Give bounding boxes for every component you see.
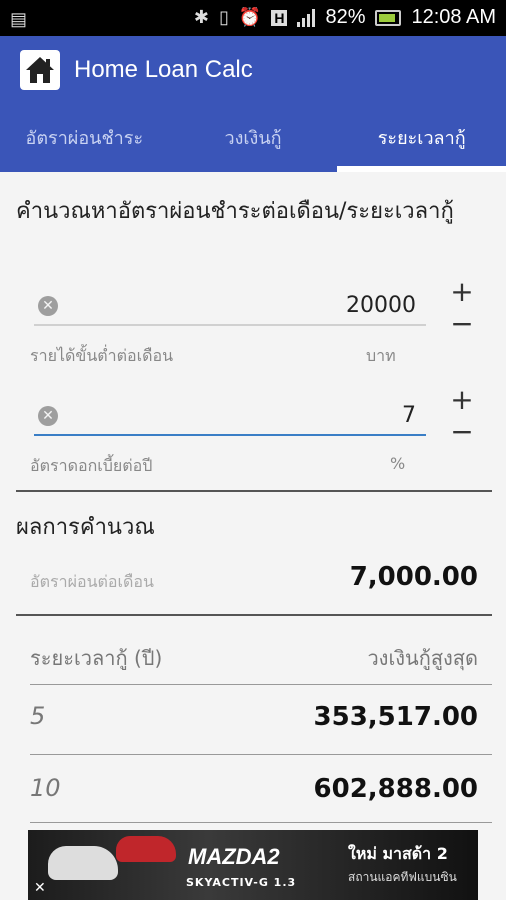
income-value[interactable]: 20000 bbox=[346, 286, 416, 326]
ad-tagline: SKYACTIV-G 1.3 bbox=[186, 876, 297, 889]
limit-column-header: วงเงินกู้สูงสุด bbox=[367, 646, 478, 670]
signal-icon bbox=[297, 8, 316, 27]
app-bar: Home Loan Calc อัตราผ่อนชำระ วงเงินกู้ ร… bbox=[0, 36, 506, 172]
vibrate-icon: ▯ bbox=[219, 7, 229, 27]
tab-loan-amount[interactable]: วงเงินกู้ bbox=[169, 114, 338, 172]
interest-label: อัตราดอกเบี้ยต่อปี bbox=[30, 456, 153, 475]
table-row-amount: 353,517.00 bbox=[313, 702, 478, 732]
income-underline bbox=[34, 324, 426, 326]
row-divider bbox=[30, 822, 492, 823]
tab-bar: อัตราผ่อนชำระ วงเงินกู้ ระยะเวลากู้ bbox=[0, 114, 506, 172]
title-row: Home Loan Calc bbox=[20, 50, 253, 90]
ad-car-red bbox=[116, 836, 176, 862]
monthly-installment-label: อัตราผ่อนต่อเดือน bbox=[30, 572, 154, 591]
ad-close-icon[interactable]: ✕ bbox=[34, 880, 46, 896]
main-content: คำนวณหาอัตราผ่อนชำระต่อเดือน/ระยะเวลากู้… bbox=[0, 172, 506, 900]
app-title: Home Loan Calc bbox=[74, 56, 253, 83]
table-row-amount: 602,888.00 bbox=[313, 774, 478, 804]
income-label: รายได้ขั้นต่ำต่อเดือน bbox=[30, 346, 174, 365]
interest-unit: % bbox=[390, 454, 406, 473]
ad-subtext: สถานแอคทีฟแบนซิน bbox=[348, 870, 457, 884]
ad-brand: MAZDA2 bbox=[188, 844, 280, 869]
ad-car-white bbox=[48, 846, 118, 880]
page-title: คำนวณหาอัตราผ่อนชำระต่อเดือน/ระยะเวลากู้ bbox=[16, 199, 454, 224]
clock: 12:08 AM bbox=[411, 6, 496, 28]
income-plus-button[interactable]: + bbox=[446, 276, 478, 308]
ad-headline: ใหม่ มาสด้า 2 bbox=[348, 844, 448, 863]
income-field[interactable]: ✕ 20000 bbox=[34, 286, 426, 326]
income-minus-button[interactable]: − bbox=[446, 308, 478, 340]
notification-icon: ▤ bbox=[10, 9, 28, 29]
interest-minus-button[interactable]: − bbox=[446, 416, 478, 448]
network-h-icon: H bbox=[271, 9, 288, 26]
bluetooth-icon: ✱ bbox=[193, 7, 209, 27]
tab-loan-period[interactable]: ระยะเวลากู้ bbox=[337, 114, 506, 172]
interest-underline bbox=[34, 434, 426, 436]
ad-banner[interactable]: MAZDA2 SKYACTIV-G 1.3 ใหม่ มาสด้า 2 สถาน… bbox=[28, 830, 478, 900]
clear-income-icon[interactable]: ✕ bbox=[38, 296, 58, 316]
table-row-years: 10 bbox=[30, 774, 61, 802]
notification-area: ▤ bbox=[10, 8, 27, 31]
result-divider bbox=[16, 614, 492, 616]
clear-interest-icon[interactable]: ✕ bbox=[38, 406, 58, 426]
result-title: ผลการคำนวณ bbox=[16, 515, 155, 540]
battery-percent: 82% bbox=[325, 6, 366, 28]
home-icon[interactable] bbox=[20, 50, 60, 90]
interest-plus-button[interactable]: + bbox=[446, 384, 478, 416]
interest-field[interactable]: ✕ 7 bbox=[34, 396, 426, 436]
battery-icon bbox=[375, 9, 402, 26]
tab-installment-rate[interactable]: อัตราผ่อนชำระ bbox=[0, 114, 169, 172]
row-divider bbox=[30, 754, 492, 755]
alarm-icon: ⏰ bbox=[238, 7, 262, 27]
status-bar: ▤ ✱ ▯ ⏰ H 82% 12:08 AM bbox=[0, 0, 506, 36]
section-divider bbox=[16, 490, 492, 492]
status-icons: ✱ ▯ ⏰ H 82% 12:08 AM bbox=[194, 6, 496, 29]
interest-value[interactable]: 7 bbox=[402, 396, 416, 436]
period-column-header: ระยะเวลากู้ (ปี) bbox=[30, 646, 163, 670]
row-divider bbox=[30, 684, 492, 685]
monthly-installment-value: 7,000.00 bbox=[349, 562, 478, 592]
table-row-years: 5 bbox=[30, 702, 46, 730]
income-unit: บาท bbox=[366, 346, 396, 365]
